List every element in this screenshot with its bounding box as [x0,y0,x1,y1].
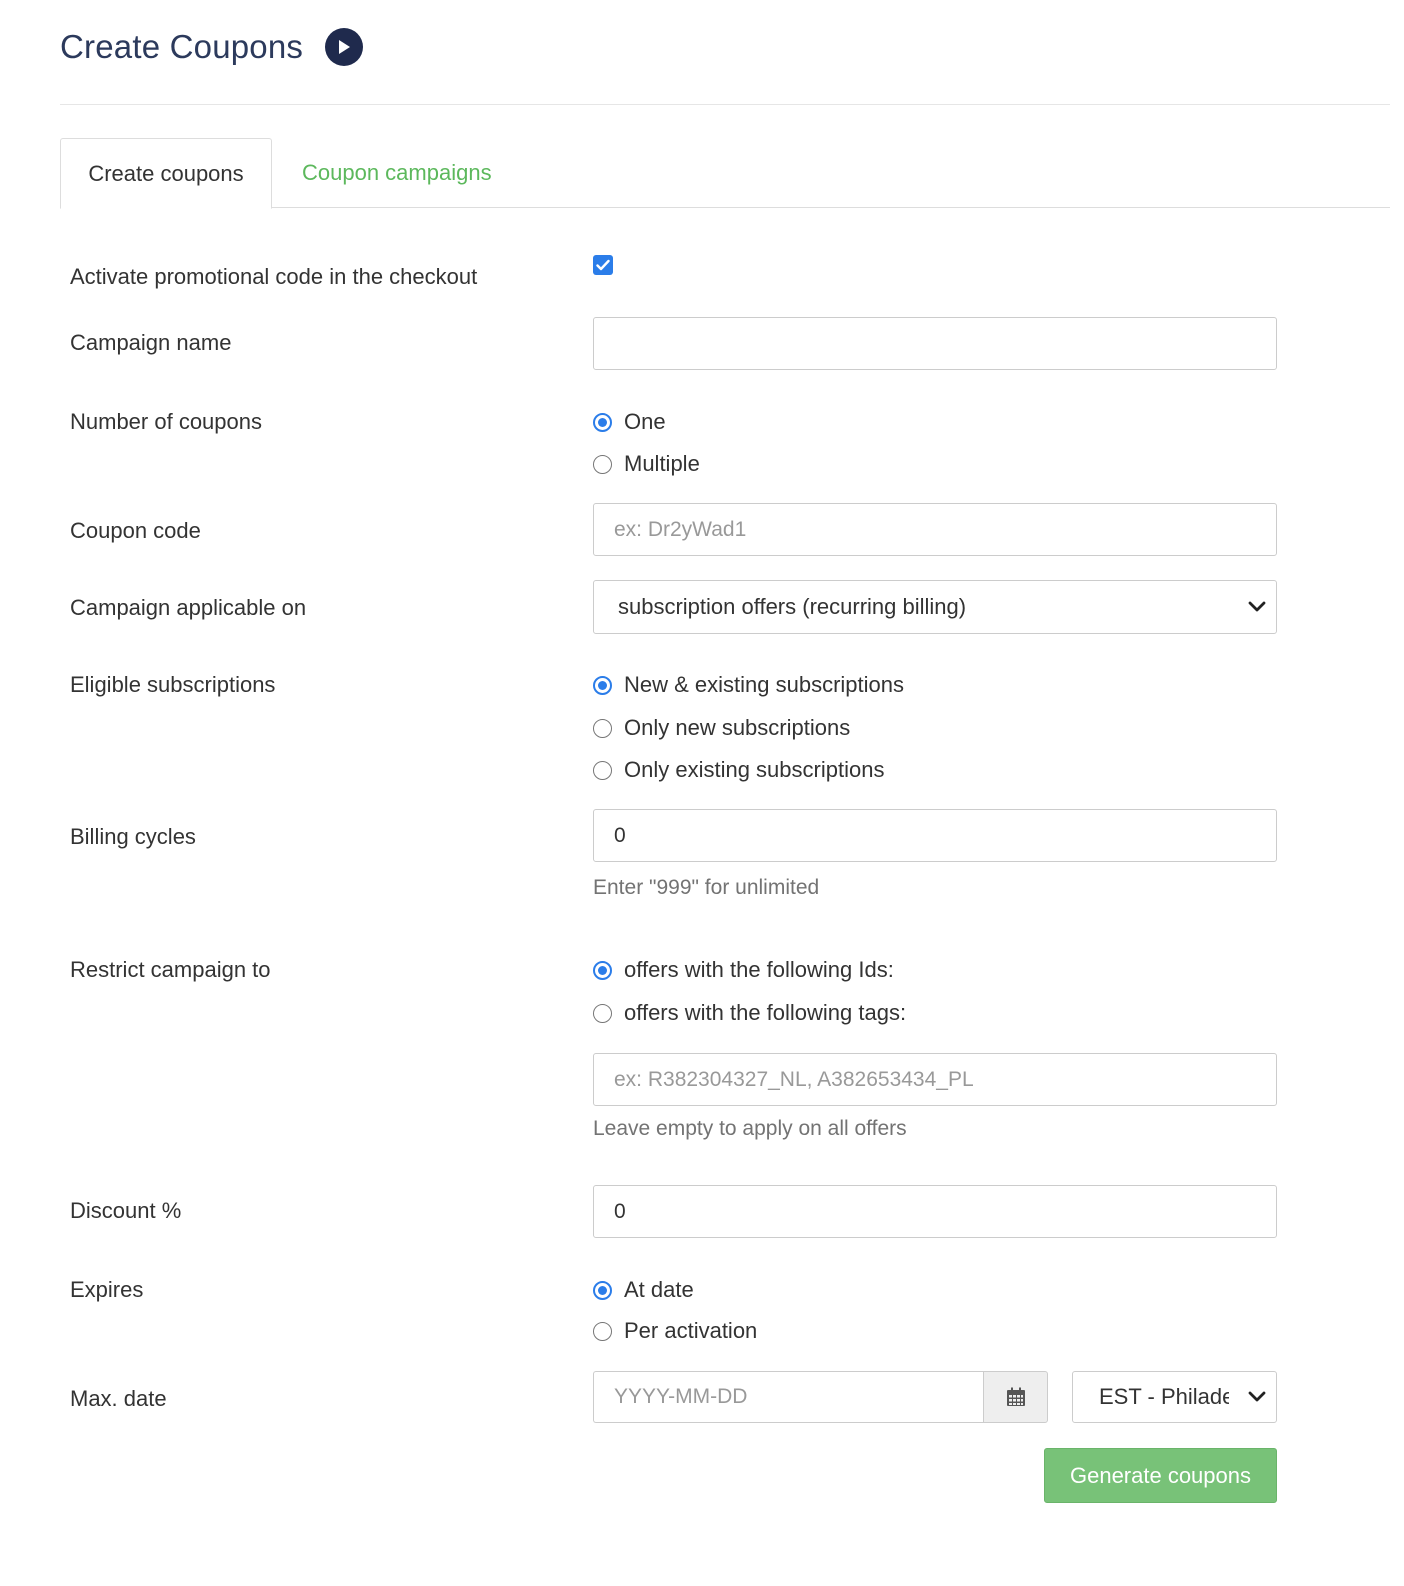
expires-option-at-date[interactable]: At date [593,1277,694,1303]
radio-button[interactable] [593,1003,612,1023]
eligible-subscriptions-label: Eligible subscriptions [70,672,276,697]
tab-bar: Create coupons Coupon campaigns [60,138,1390,209]
activate-checkbox[interactable] [593,255,613,275]
expires-label: Expires [70,1277,144,1302]
option-label: New & existing subscriptions [624,672,905,697]
page-title: Create Coupons [60,28,304,65]
calendar-icon [1006,1387,1025,1406]
option-label: One [624,409,666,434]
restrict-offers-input[interactable] [593,1053,1277,1106]
radio-button[interactable] [593,960,612,980]
radio-button[interactable] [593,675,612,695]
page-header: Create Coupons [60,28,364,66]
applicable-on-select[interactable]: subscription offers (recurring billing) [593,580,1277,634]
restrict-help: Leave empty to apply on all offers [593,1117,907,1140]
max-date-input[interactable] [593,1371,984,1423]
tab-create-coupons[interactable]: Create coupons [60,138,272,209]
billing-cycles-input[interactable] [593,809,1277,862]
applicable-on-label: Campaign applicable on [70,595,307,620]
eligible-option-only-existing[interactable]: Only existing subscriptions [593,757,884,783]
play-icon[interactable] [325,28,364,66]
eligible-option-new-existing[interactable]: New & existing subscriptions [593,672,904,698]
restrict-option-ids[interactable]: offers with the following Ids: [593,957,894,983]
number-of-coupons-label: Number of coupons [70,409,262,434]
option-label: Per activation [624,1318,758,1343]
coupon-code-label: Coupon code [70,518,201,543]
applicable-on-value: subscription offers (recurring billing) [618,594,967,619]
discount-input[interactable] [593,1185,1277,1238]
header-divider [60,104,1390,105]
timezone-value: EST - Philadelphia [1099,1384,1229,1409]
radio-button[interactable] [593,454,612,474]
number-of-coupons-option-multiple[interactable]: Multiple [593,451,700,477]
option-label: Only existing subscriptions [624,757,885,782]
radio-button[interactable] [593,412,612,432]
radio-button[interactable] [593,760,612,780]
tab-coupon-campaigns[interactable]: Coupon campaigns [302,138,492,208]
option-label: Multiple [624,451,700,476]
eligible-option-only-new[interactable]: Only new subscriptions [593,715,850,741]
max-date-label: Max. date [70,1386,167,1411]
radio-button[interactable] [593,1280,612,1300]
discount-label: Discount % [70,1198,182,1223]
option-label: offers with the following Ids: [624,957,894,982]
restrict-campaign-label: Restrict campaign to [70,957,271,982]
chevron-down-icon [1248,1391,1266,1402]
generate-coupons-button[interactable]: Generate coupons [1044,1448,1277,1503]
chevron-down-icon [1248,601,1266,612]
billing-cycles-label: Billing cycles [70,824,196,849]
number-of-coupons-option-one[interactable]: One [593,409,666,435]
billing-cycles-help: Enter "999" for unlimited [593,876,820,899]
timezone-select[interactable]: EST - Philadelphia [1072,1371,1277,1423]
option-label: At date [624,1277,694,1302]
radio-button[interactable] [593,1321,612,1341]
coupon-code-input[interactable] [593,503,1277,556]
option-label: Only new subscriptions [624,715,851,740]
campaign-name-label: Campaign name [70,330,232,355]
check-icon [596,259,610,271]
radio-button[interactable] [593,718,612,738]
activate-label: Activate promotional code in the checkou… [70,264,478,289]
calendar-button[interactable] [983,1371,1048,1423]
expires-option-per-activation[interactable]: Per activation [593,1318,757,1344]
campaign-name-input[interactable] [593,317,1277,370]
option-label: offers with the following tags: [624,1000,907,1025]
restrict-option-tags[interactable]: offers with the following tags: [593,1000,906,1026]
